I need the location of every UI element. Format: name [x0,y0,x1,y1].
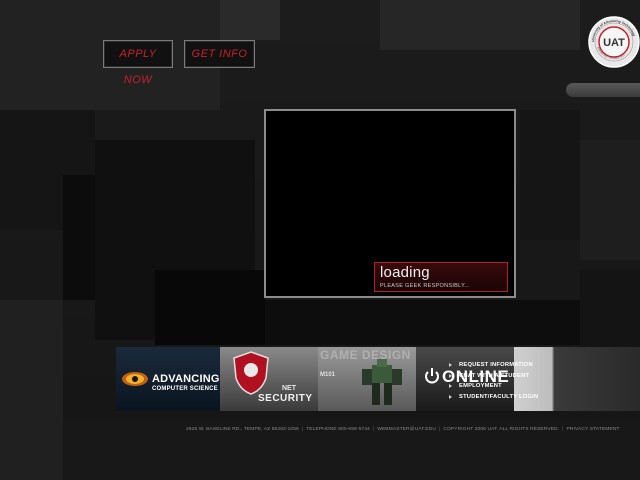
shield-icon [233,351,269,395]
bg-tile [580,140,640,260]
loading-tagline: PLEASE GEEK RESPONSIBLY... [380,283,470,289]
chat-with-student-link[interactable]: CHAT WITH A STUDENT [445,371,640,381]
bg-tile [155,270,265,345]
power-icon [425,368,439,384]
search-bar[interactable] [566,83,640,97]
bg-tile [520,110,580,240]
logo-monogram: UAT [603,37,625,49]
footer-address: 2625 W. BASELINE RD., TEMPE, AZ 85283-10… [186,427,299,432]
robot-icon [362,359,402,405]
employment-link[interactable]: EMPLOYMENT [445,381,640,391]
footer-telephone: TELEPHONE 800-658-5744 [306,427,370,432]
menu-item-label: REQUEST INFORMATION [459,362,533,368]
privacy-statement-link[interactable]: PRIVACY STATEMENT [567,427,620,432]
banner-panel-subtitle: COMPUTER SCIENCE [152,386,218,392]
chevron-right-icon [449,384,452,388]
chevron-right-icon [449,373,452,378]
bg-tile [580,270,640,350]
footer: 2625 W. BASELINE RD., TEMPE, AZ 85283-10… [186,427,620,432]
banner-panel-title: NET [282,385,296,392]
banner-panel-subtitle: M101 [320,372,336,378]
student-faculty-login-link[interactable]: STUDENT/FACULTY LOGIN [445,392,640,402]
bg-tile [220,0,280,40]
bg-tile [0,300,63,480]
apply-now-button[interactable]: APPLY NOW [103,40,173,86]
get-info-button[interactable]: GET INFO [184,40,255,68]
page-background: APPLY NOW GET INFO University of Advanci… [0,0,640,480]
uat-logo[interactable]: University of Advancing Technology ADVAN… [588,15,640,69]
bg-tile [265,300,585,345]
chevron-right-icon [449,394,452,399]
quick-links-menu: REQUEST INFORMATION CHAT WITH A STUDENT … [445,360,640,402]
footer-copyright: COPYRIGHT 2006 UAT. ALL RIGHTS RESERVED. [443,427,560,432]
chevron-right-icon [449,363,452,367]
loading-text: loading [380,264,430,281]
bg-tile [380,0,580,50]
banner-computer-science[interactable]: ADVANCING COMPUTER SCIENCE [116,347,221,411]
banner-panel-title: ADVANCING [152,373,220,385]
banner-panel-subtitle: SECURITY [258,393,313,404]
banner-game-design[interactable]: GAME DESIGN M101 [318,347,416,411]
eye-icon [122,372,148,386]
menu-item-label: STUDENT/FACULTY LOGIN [459,393,539,400]
banner-net-security[interactable]: NET SECURITY [220,347,318,411]
loading-indicator: loading PLEASE GEEK RESPONSIBLY... [374,262,508,292]
request-information-link[interactable]: REQUEST INFORMATION [445,360,640,370]
footer-email-link[interactable]: WEBMASTER@UAT.EDU [377,427,436,432]
menu-item-label: CHAT WITH A STUDENT [459,372,530,379]
bg-tile [63,175,95,300]
menu-item-label: EMPLOYMENT [459,383,502,389]
